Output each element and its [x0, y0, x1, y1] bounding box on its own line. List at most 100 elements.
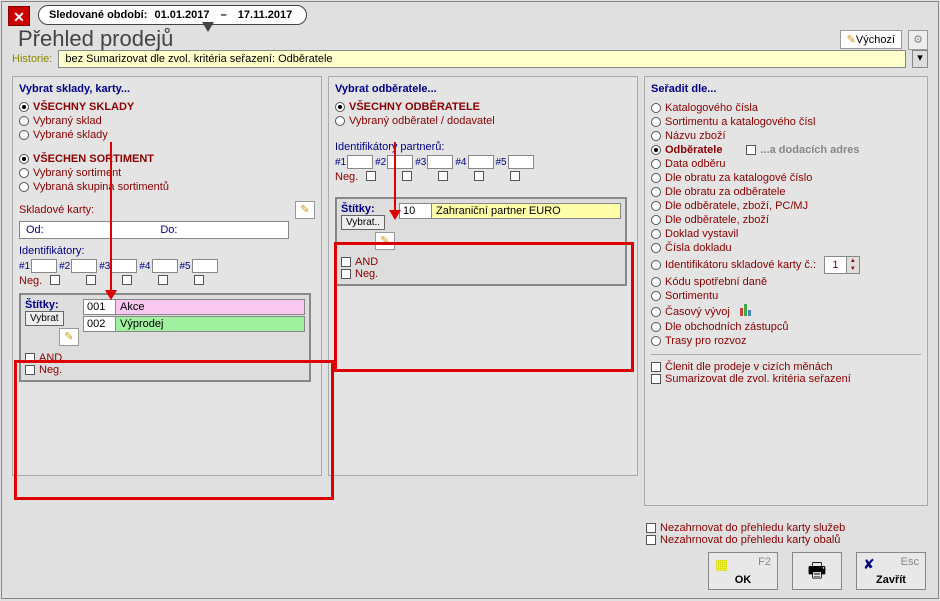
dropdown-icon[interactable]: ▾ [912, 50, 928, 68]
ok-button[interactable]: ▦ F2 OK [708, 552, 778, 590]
radio-vsechny-sklady[interactable]: VŠECHNY SKLADY [19, 101, 315, 113]
vybrat-button[interactable]: Vybrat [25, 311, 64, 326]
negp-check-2[interactable] [402, 171, 412, 181]
edit-sklad-button[interactable]: ✎ [295, 201, 315, 219]
header-bar: ✕ Sledované období: 01.01.2017 – 17.11.2… [2, 2, 938, 46]
page-title: Přehled prodejů [18, 26, 173, 52]
od-do-input[interactable]: Od: Do: [19, 221, 289, 239]
sort-opt-11[interactable]: Identifikátoru skladové karty č.: 1▲▼ [651, 256, 921, 274]
radio-icon [651, 322, 661, 332]
radio-vybrany-sklad[interactable]: Vybraný sklad [19, 115, 315, 127]
edit-stitky-button[interactable]: ✎ [59, 328, 79, 346]
spin-down-icon[interactable]: ▼ [846, 265, 859, 273]
sort-opt-15[interactable]: Dle obchodních zástupců [651, 321, 921, 333]
negp-check-3[interactable] [438, 171, 448, 181]
radio-vybrany-sortiment[interactable]: Vybraný sortiment [19, 167, 315, 179]
columns: Vybrat sklady, karty... VŠECHNY SKLADY V… [12, 76, 928, 506]
neg-check[interactable] [25, 365, 35, 375]
radio-icon [651, 131, 661, 141]
sort-opt-12[interactable]: Kódu spotřební daně [651, 276, 921, 288]
id-cell-3[interactable]: #3 [99, 259, 137, 273]
history-label: Historie: [12, 53, 52, 65]
idp-cell-3[interactable]: #3 [415, 155, 453, 169]
idp-cell-4[interactable]: #4 [455, 155, 493, 169]
neg-check-2[interactable] [86, 275, 96, 285]
radio-vybrane-sklady[interactable]: Vybrané sklady [19, 129, 315, 141]
radio-vybrana-skupina[interactable]: Vybraná skupina sortimentů [19, 181, 315, 193]
and-check[interactable] [25, 353, 35, 363]
stitky-label: Štítky: [25, 299, 79, 311]
sort-opt-14[interactable]: Časový vývoj [651, 304, 921, 319]
radio-icon [19, 116, 29, 126]
radio-icon [651, 215, 661, 225]
sort-opt-13[interactable]: Sortimentu [651, 290, 921, 302]
date-range-bubble: Sledované období: 01.01.2017 – 17.11.201… [38, 5, 307, 25]
close-icon[interactable]: ✕ [8, 6, 30, 26]
tag-row-10[interactable]: 10Zahraniční partner EURO [399, 203, 621, 219]
neg-check-4[interactable] [158, 275, 168, 285]
idp-cell-1[interactable]: #1 [335, 155, 373, 169]
radio-vsechny-odberatele[interactable]: VŠECHNY ODBĚRATELE [335, 101, 631, 113]
id-cell-4[interactable]: #4 [139, 259, 177, 273]
neg-check-5[interactable] [194, 275, 204, 285]
ident-spinner[interactable]: 1▲▼ [824, 256, 860, 274]
id-cell-1[interactable]: #1 [19, 259, 57, 273]
negp-check-4[interactable] [474, 171, 484, 181]
sort-opt-7[interactable]: Dle odběratele, zboží, PC/MJ [651, 200, 921, 212]
sort-opt-3[interactable]: Odběratele ...a dodacích adres [651, 144, 921, 156]
sort-opt-0[interactable]: Katalogového čísla [651, 102, 921, 114]
close-button[interactable]: ✘ Esc Zavřít [856, 552, 926, 590]
radio-icon [19, 102, 29, 112]
id-cell-2[interactable]: #2 [59, 259, 97, 273]
spin-up-icon[interactable]: ▲ [846, 257, 859, 265]
check-clenit[interactable]: Členit dle prodeje v cizích měnách [651, 361, 921, 373]
neg-check-1[interactable] [50, 275, 60, 285]
edit-stitky-button[interactable]: ✎ [375, 232, 395, 250]
sort-opt-5[interactable]: Dle obratu za katalogové číslo [651, 172, 921, 184]
date-to: 17.11.2017 [238, 9, 292, 21]
panel-title: Vybrat odběratele... [335, 83, 631, 95]
sort-opt-8[interactable]: Dle odběratele, zboží [651, 214, 921, 226]
sort-opt-16[interactable]: Trasy pro rozvoz [651, 335, 921, 347]
printer-icon: 🖶 [808, 560, 827, 582]
speech-tail-icon [202, 22, 214, 32]
check-sumarizovat[interactable]: Sumarizovat dle zvol. kritéria seřazení [651, 373, 921, 385]
identifikatory-partneru-row: #1 #2 #3 #4 #5 [335, 155, 631, 169]
radio-vsechen-sortiment[interactable]: VŠECHEN SORTIMENT [19, 153, 315, 165]
neg-check[interactable] [341, 269, 351, 279]
vybrat-button[interactable]: Vybrat.. [341, 215, 385, 230]
radio-icon [651, 159, 661, 169]
neg-check-3[interactable] [122, 275, 132, 285]
gear-icon[interactable]: ⚙ [908, 30, 928, 50]
negp-check-5[interactable] [510, 171, 520, 181]
radio-vybrany-odberatel[interactable]: Vybraný odběratel / dodavatel [335, 115, 631, 127]
od-label: Od: [20, 224, 50, 236]
radio-icon [19, 168, 29, 178]
idp-cell-5[interactable]: #5 [496, 155, 534, 169]
tag-row-002[interactable]: 002Výprodej [83, 316, 305, 332]
check-nezahrnovat-sluzeb[interactable]: Nezahrnovat do přehledu karty služeb [646, 522, 926, 534]
panel-seradit: Seřadit dle... Katalogového čísla Sortim… [644, 76, 928, 506]
sort-opt-6[interactable]: Dle obratu za odběratele [651, 186, 921, 198]
negp-check-1[interactable] [366, 171, 376, 181]
history-select[interactable]: bez Sumarizovat dle zvol. kritéria seřaz… [58, 50, 906, 68]
sort-opt-2[interactable]: Názvu zboží [651, 130, 921, 142]
history-row: Historie: bez Sumarizovat dle zvol. krit… [12, 50, 928, 68]
default-button[interactable]: ✎Výchozí [840, 30, 902, 49]
check-nezahrnovat-obalu[interactable]: Nezahrnovat do přehledu karty obalů [646, 534, 926, 546]
checkbox-icon [646, 535, 656, 545]
id-cell-5[interactable]: #5 [180, 259, 218, 273]
tag-row-001[interactable]: 001Akce [83, 299, 305, 315]
sort-opt-4[interactable]: Data odběru [651, 158, 921, 170]
idp-cell-2[interactable]: #2 [375, 155, 413, 169]
radio-icon [651, 260, 661, 270]
radio-icon [651, 277, 661, 287]
print-button[interactable]: 🖶 [792, 552, 842, 590]
dodacich-check[interactable] [746, 145, 756, 155]
sort-opt-1[interactable]: Sortimentu a katalogového čísl [651, 116, 921, 128]
and-check[interactable] [341, 257, 351, 267]
sort-opt-10[interactable]: Čísla dokladu [651, 242, 921, 254]
sort-opt-9[interactable]: Doklad vystavil [651, 228, 921, 240]
radio-icon [651, 173, 661, 183]
radio-icon [19, 130, 29, 140]
